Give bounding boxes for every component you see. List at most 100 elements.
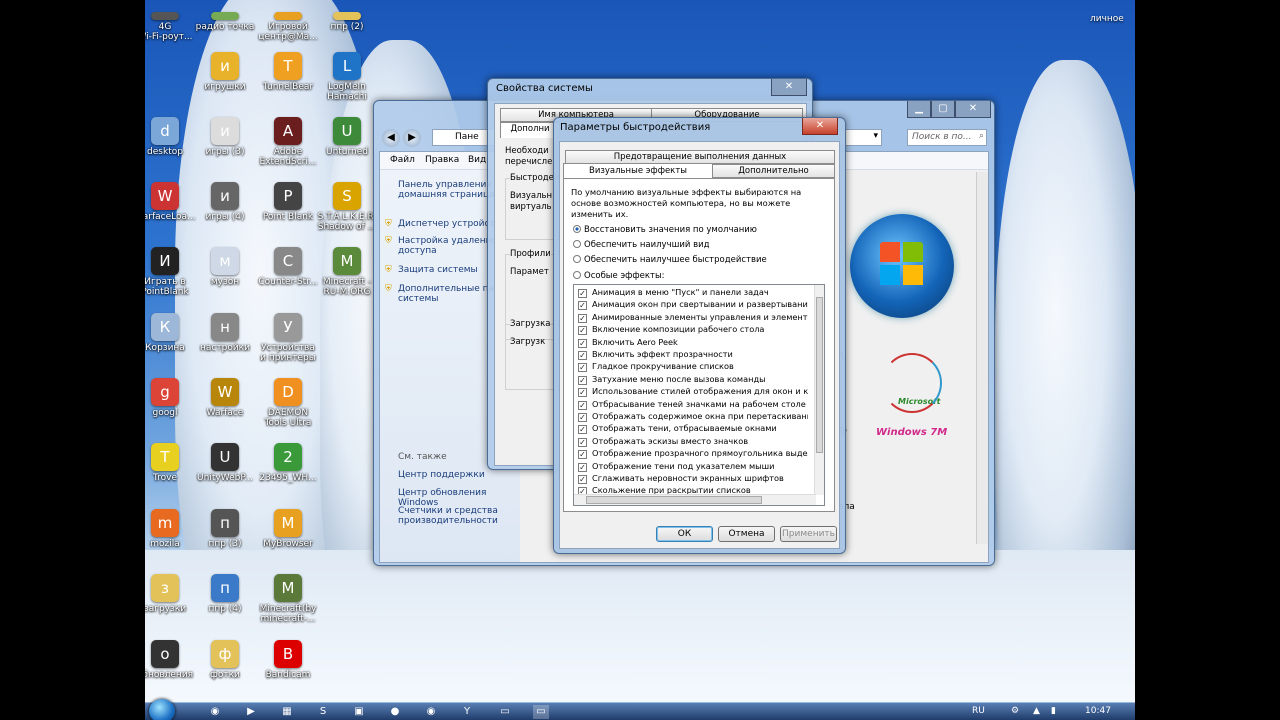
desktop-shortcut[interactable]: ф фотки: [191, 640, 259, 680]
checkmark-icon[interactable]: ✓: [578, 437, 587, 447]
desktop-shortcut-label[interactable]: MyBrowser: [263, 539, 313, 549]
music-icon[interactable]: м: [211, 247, 239, 275]
tab-visual-effects[interactable]: Визуальные эффекты: [563, 163, 713, 179]
desktop-shortcut-label[interactable]: обновления: [145, 670, 193, 680]
advanced-settings-link[interactable]: Дополнительные па системы: [398, 284, 494, 304]
radio-best-appearance[interactable]: Обеспечить наилучший вид: [573, 240, 710, 250]
back-button[interactable]: ◀: [382, 129, 400, 147]
desktop-shortcut-label[interactable]: 4G Wi-Fi-роут...: [145, 22, 193, 42]
desktop-shortcut[interactable]: B Bandicam: [254, 640, 322, 680]
desktop-shortcut-label[interactable]: радио точка: [196, 22, 255, 32]
close-button[interactable]: ✕: [955, 101, 991, 118]
desktop-shortcut-label[interactable]: Unturned: [326, 147, 368, 157]
desktop-shortcut-label[interactable]: ппр (3): [208, 539, 241, 549]
checkmark-icon[interactable]: ✓: [578, 301, 587, 311]
scroll-thumb[interactable]: [586, 496, 762, 504]
desktop-shortcut[interactable]: п ппр (3): [191, 509, 259, 549]
taskbar-app-icon[interactable]: S: [315, 705, 331, 719]
effect-checkbox-label[interactable]: Затухание меню после вызова команды: [592, 374, 766, 384]
checkmark-icon[interactable]: ✓: [578, 338, 587, 348]
effect-checkbox[interactable]: ✓ Включить эффект прозрачности: [578, 349, 808, 360]
folder2-icon[interactable]: п: [211, 509, 239, 537]
desktop-shortcut-label[interactable]: desktop: [147, 147, 183, 157]
desktop-shortcut-label[interactable]: Adobe ExtendScri...: [260, 147, 317, 167]
tab-advanced[interactable]: Дополни: [500, 122, 560, 138]
desktop-shortcut[interactable]: U UnityWebP...: [191, 443, 259, 483]
menu-view[interactable]: Вид: [468, 155, 486, 165]
radio-best-performance-label[interactable]: Обеспечить наилучшее быстродействие: [584, 255, 767, 265]
breadcrumb[interactable]: Пане: [455, 132, 479, 142]
tray-icon[interactable]: ⚙: [1011, 706, 1019, 716]
start-button[interactable]: [149, 699, 175, 720]
close-button[interactable]: ✕: [771, 79, 807, 96]
search-icon[interactable]: ⌕: [979, 131, 984, 141]
firefox-icon[interactable]: m: [151, 509, 179, 537]
adobe-icon[interactable]: A: [274, 117, 302, 145]
maximize-button[interactable]: ▢: [931, 101, 955, 118]
radio-default[interactable]: Восстановить значения по умолчанию: [573, 225, 757, 235]
desktop-shortcut[interactable]: и игры (4): [191, 182, 259, 222]
desktop-shortcut-label[interactable]: Warface: [207, 408, 244, 418]
scroll-thumb[interactable]: [816, 297, 823, 453]
taskbar-app-icon[interactable]: ▶: [243, 705, 259, 719]
checkmark-icon[interactable]: ✓: [578, 375, 587, 385]
desktop-shortcut-label[interactable]: Trove: [153, 473, 177, 483]
checkmark-icon[interactable]: ✓: [578, 450, 587, 460]
desktop-shortcut[interactable]: п ппр (2): [313, 12, 381, 32]
printer-icon[interactable]: У: [274, 313, 302, 341]
desktop-shortcut[interactable]: L LogMeIn Hamachi: [313, 52, 381, 102]
point-blank-icon[interactable]: P: [274, 182, 302, 210]
taskbar-app-icon[interactable]: Y: [459, 705, 475, 719]
taskbar-app-icon[interactable]: ●: [387, 705, 403, 719]
trove-icon[interactable]: T: [151, 443, 179, 471]
cancel-button[interactable]: Отмена: [718, 526, 775, 542]
checkmark-icon[interactable]: ✓: [578, 289, 587, 298]
checkmark-icon[interactable]: ✓: [578, 351, 587, 360]
effect-checkbox[interactable]: ✓ Анимация окон при свертывании и разверт…: [578, 299, 808, 311]
folder-icon[interactable]: п: [333, 12, 361, 20]
checkmark-icon[interactable]: ✓: [578, 413, 587, 422]
effect-checkbox[interactable]: ✓ Использование стилей отображения для ок…: [578, 386, 808, 398]
checkmark-icon[interactable]: ✓: [578, 475, 587, 484]
unturned-icon[interactable]: U: [333, 117, 361, 145]
checkmark-icon[interactable]: ✓: [578, 326, 587, 336]
desktop-shortcut-label[interactable]: LogMeIn Hamachi: [327, 82, 367, 102]
desktop-shortcut-label[interactable]: mozila: [150, 539, 180, 549]
desktop-shortcut-label[interactable]: Корзина: [145, 343, 185, 353]
taskbar-app-icon[interactable]: ◉: [207, 705, 223, 719]
minecraft-icon[interactable]: M: [333, 247, 361, 275]
desktop-shortcut-label[interactable]: загрузки: [145, 604, 186, 614]
desktop-shortcut-label[interactable]: Point Blank: [263, 212, 313, 222]
desktop-shortcut-label[interactable]: TunnelBear: [263, 82, 313, 92]
effect-checkbox[interactable]: ✓ Отбрасывание теней значками на рабочем …: [578, 399, 808, 410]
effect-checkbox-label[interactable]: Отображение прозрачного прямоугольника в…: [592, 448, 808, 458]
radio-dot-icon[interactable]: [573, 225, 581, 233]
desktop-icon[interactable]: d: [151, 117, 179, 145]
radio-custom-label[interactable]: Особые эффекты:: [584, 271, 665, 281]
games-folder-icon[interactable]: и: [211, 117, 239, 145]
checkmark-icon[interactable]: ✓: [578, 425, 587, 435]
effect-checkbox-label[interactable]: Анимация в меню "Пуск" и панели задач: [592, 287, 769, 297]
effect-checkbox[interactable]: ✓ Анимация в меню "Пуск" и панели задач: [578, 287, 808, 298]
desktop-shortcut-label[interactable]: Устройства и принтеры: [260, 343, 316, 363]
taskbar-app-icon[interactable]: ▭: [533, 705, 549, 719]
effect-checkbox-label[interactable]: Отображение тени под указателем мыши: [592, 461, 774, 471]
effect-checkbox-label[interactable]: Включить Aero Peek: [592, 337, 678, 347]
close-button[interactable]: ✕: [802, 118, 838, 135]
desktop-shortcut-label[interactable]: DAEMON Tools Ultra: [265, 408, 312, 428]
radio-dot-icon[interactable]: [573, 271, 581, 279]
radio-custom[interactable]: Особые эффекты:: [573, 271, 665, 281]
effect-checkbox-label[interactable]: Сглаживать неровности экранных шрифтов: [592, 473, 784, 483]
desktop-shortcut-label[interactable]: UnityWebP...: [197, 473, 253, 483]
desktop-shortcut-label[interactable]: музон: [211, 277, 239, 287]
effect-checkbox-label[interactable]: Гладкое прокручивание списков: [592, 361, 734, 371]
checkmark-icon[interactable]: ✓: [578, 400, 587, 410]
performance-tools-link[interactable]: Счетчики и средства производительности: [398, 506, 498, 526]
vertical-scrollbar[interactable]: [976, 172, 988, 544]
settings-icon[interactable]: н: [211, 313, 239, 341]
desktop-shortcut-label[interactable]: 23495_WH...: [259, 473, 316, 483]
desktop-shortcut-label[interactable]: Играть в PointBlank: [145, 277, 189, 297]
warface-loader-icon[interactable]: W: [151, 182, 179, 210]
checkmark-icon[interactable]: ✓: [578, 313, 587, 323]
menu-file[interactable]: Файл: [390, 155, 415, 165]
